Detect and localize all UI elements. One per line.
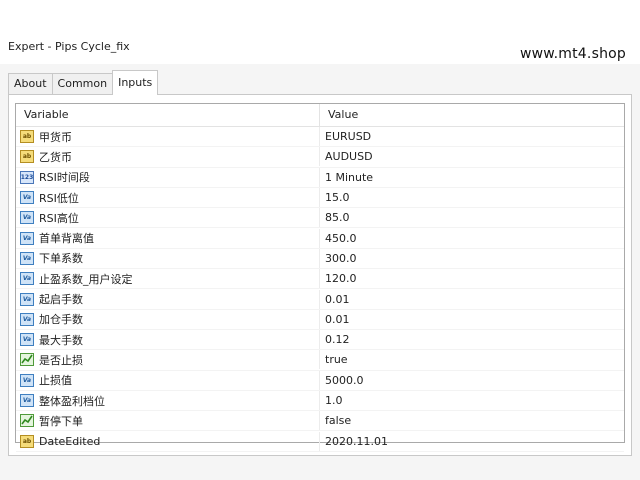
variable-cell: Va 整体盈利档位 — [16, 391, 320, 410]
table-row[interactable]: Va 最大手数 0.12 — [16, 330, 624, 351]
double-icon: Va — [20, 394, 34, 407]
bool-icon — [20, 353, 34, 367]
value-cell[interactable]: 15.0 — [320, 188, 624, 207]
table-row[interactable]: Va 起启手数 0.01 — [16, 289, 624, 310]
table-row[interactable]: Va RSI高位 85.0 — [16, 208, 624, 229]
double-icon: Va — [20, 292, 34, 306]
double-icon: Va — [20, 312, 34, 326]
window-title: Expert - Pips Cycle_fix — [8, 40, 130, 53]
value-cell[interactable]: AUDUSD — [320, 147, 624, 166]
bool-icon — [20, 414, 34, 428]
table-row[interactable]: 暂停下单 false — [16, 411, 624, 432]
variable-cell: Va 止损值 — [16, 370, 320, 390]
variable-cell: Va RSI低位 — [16, 188, 320, 208]
variable-cell: ab 甲货币 — [16, 127, 320, 147]
variable-cell: Va 首单背离值 — [16, 228, 320, 248]
double-icon: Va — [20, 373, 34, 387]
tab-about[interactable]: About — [8, 73, 53, 94]
table-row[interactable]: Va 整体盈利档位 1.0 — [16, 391, 624, 412]
variable-name: RSI时间段 — [39, 171, 90, 185]
string-icon: ab — [20, 150, 34, 164]
variable-cell: Va 止盈系数_用户设定 — [16, 269, 320, 289]
value-cell[interactable]: 0.01 — [320, 290, 624, 309]
variable-cell: Va 最大手数 — [16, 330, 320, 350]
value-cell[interactable]: 1 Minute — [320, 168, 624, 187]
watermark-text: www.mt4.shop — [519, 46, 626, 62]
value-cell[interactable]: EURUSD — [320, 127, 624, 146]
variable-name: 加仓手数 — [39, 313, 83, 327]
table-row[interactable]: Va RSI低位 15.0 — [16, 188, 624, 209]
variable-name: RSI低位 — [39, 191, 79, 205]
variable-cell: Va 加仓手数 — [16, 309, 320, 329]
value-cell[interactable]: 85.0 — [320, 208, 624, 227]
variable-name: 最大手数 — [39, 333, 83, 347]
double-icon: Va — [20, 272, 34, 286]
table-body: ab 甲货币 EURUSD ab 乙货币 AUDUSD 123 RSI时间段 1 Minute V… — [16, 127, 624, 452]
string-icon: ab — [20, 130, 34, 144]
variable-cell: 是否止损 — [16, 350, 320, 370]
tab-common[interactable]: Common — [51, 73, 114, 94]
title-bar: Expert - Pips Cycle_fix www.mt4.shop — [0, 0, 640, 64]
variable-name: 甲货币 — [39, 130, 72, 144]
variable-cell: Va RSI高位 — [16, 208, 320, 228]
variable-cell: 暂停下单 — [16, 411, 320, 431]
variable-name: 止损值 — [39, 374, 72, 388]
variable-name: 首单背离值 — [39, 232, 94, 246]
table-row[interactable]: Va 止损值 5000.0 — [16, 370, 624, 391]
table-row[interactable]: 是否止损 true — [16, 350, 624, 371]
variable-cell: 123 RSI时间段 — [16, 167, 320, 187]
table-row[interactable]: Va 止盈系数_用户设定 120.0 — [16, 269, 624, 290]
variable-name: DateEdited — [39, 434, 101, 448]
variable-name: 起启手数 — [39, 293, 83, 307]
string-icon: ab — [20, 434, 34, 448]
tab-strip: About Common Inputs — [8, 70, 159, 95]
variable-cell: ab DateEdited — [16, 431, 320, 451]
double-icon: Va — [20, 231, 34, 245]
header-value[interactable]: Value — [320, 104, 624, 126]
double-icon: Va — [20, 211, 34, 225]
value-cell[interactable]: 0.01 — [320, 310, 624, 329]
value-cell[interactable]: true — [320, 350, 624, 369]
table-row[interactable]: ab DateEdited 2020.11.01 — [16, 431, 624, 452]
value-cell[interactable]: 300.0 — [320, 249, 624, 268]
table-header: Variable Value — [16, 104, 624, 127]
enum-icon: 123 — [20, 170, 34, 184]
variable-name: 暂停下单 — [39, 414, 83, 428]
value-cell[interactable]: 120.0 — [320, 269, 624, 288]
variable-name: RSI高位 — [39, 211, 79, 225]
inputs-panel: Variable Value ab 甲货币 EURUSD ab 乙货币 AUDUSD 123… — [8, 94, 632, 456]
value-cell[interactable]: 5000.0 — [320, 371, 624, 390]
value-cell[interactable]: 450.0 — [320, 229, 624, 248]
variable-name: 下单系数 — [39, 252, 83, 266]
table-row[interactable]: Va 加仓手数 0.01 — [16, 309, 624, 330]
value-cell[interactable]: false — [320, 411, 624, 430]
variable-name: 是否止损 — [39, 353, 83, 367]
variable-cell: ab 乙货币 — [16, 147, 320, 167]
value-cell[interactable]: 0.12 — [320, 330, 624, 349]
double-icon: Va — [20, 251, 34, 265]
table-row[interactable]: Va 首单背离值 450.0 — [16, 228, 624, 249]
double-icon: Va — [20, 333, 34, 347]
header-variable[interactable]: Variable — [16, 104, 320, 126]
inputs-table: Variable Value ab 甲货币 EURUSD ab 乙货币 AUDUSD 123… — [15, 103, 625, 452]
value-cell[interactable]: 2020.11.01 — [320, 432, 624, 451]
variable-cell: Va 下单系数 — [16, 248, 320, 268]
table-row[interactable]: ab 乙货币 AUDUSD — [16, 147, 624, 168]
table-row[interactable]: Va 下单系数 300.0 — [16, 248, 624, 270]
value-cell[interactable]: 1.0 — [320, 391, 624, 410]
variable-name: 乙货币 — [39, 150, 72, 164]
double-icon: Va — [20, 191, 34, 205]
table-row[interactable]: ab 甲货币 EURUSD — [16, 127, 624, 148]
variable-name: 整体盈利档位 — [39, 394, 105, 408]
tab-inputs[interactable]: Inputs — [112, 70, 159, 95]
variable-cell: Va 起启手数 — [16, 289, 320, 309]
table-row[interactable]: 123 RSI时间段 1 Minute — [16, 167, 624, 188]
variable-name: 止盈系数_用户设定 — [39, 272, 133, 286]
